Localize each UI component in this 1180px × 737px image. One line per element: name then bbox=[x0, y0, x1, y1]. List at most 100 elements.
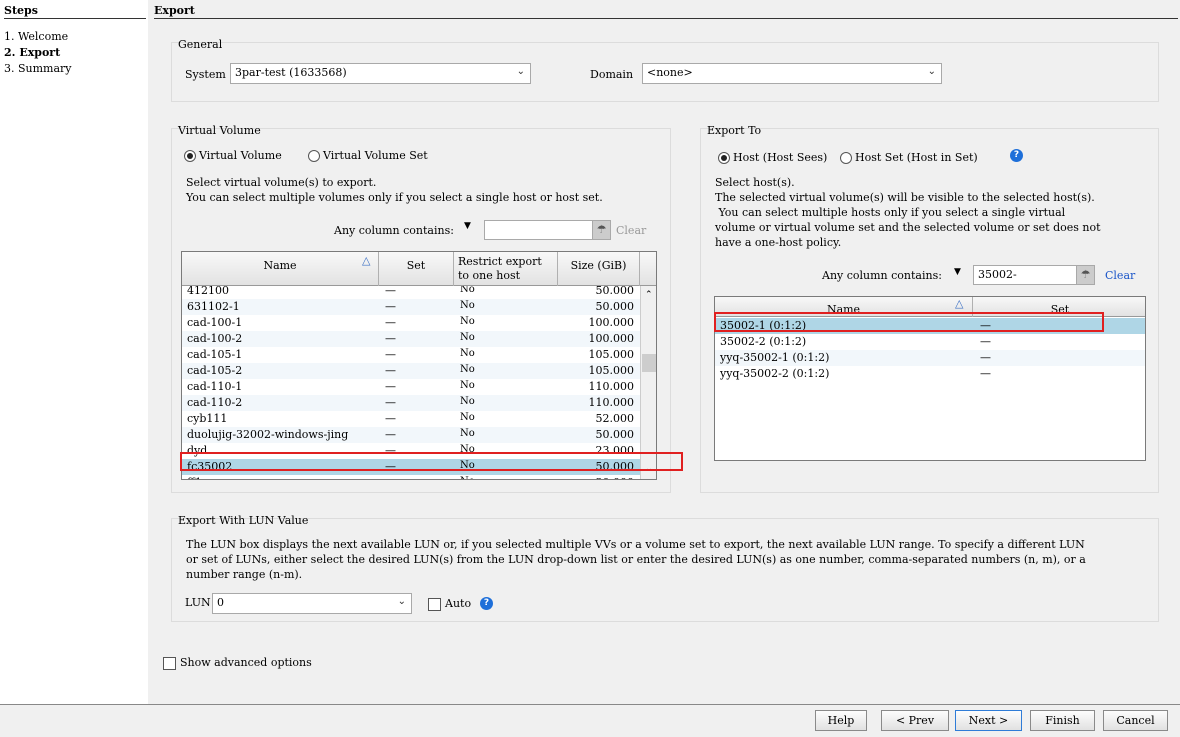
vv-cell-restrict: No bbox=[460, 428, 475, 439]
table-row[interactable]: cad-110-1 — No 110.000 bbox=[182, 379, 640, 395]
vv-col-restrict[interactable]: Restrict export to one host bbox=[454, 252, 558, 286]
vv-cell-name: cad-110-1 bbox=[187, 380, 243, 393]
vv-cell-restrict: No bbox=[460, 316, 475, 327]
lun-group-label: Export With LUN Value bbox=[178, 514, 309, 527]
host-cell-name: yyq-35002-2 (0:1:2) bbox=[720, 367, 830, 380]
radio-selected-icon bbox=[718, 152, 730, 164]
host-cell-name: yyq-35002-1 (0:1:2) bbox=[720, 351, 830, 364]
radio-unselected-icon bbox=[308, 150, 320, 162]
vv-col-name[interactable]: Name △ bbox=[182, 252, 379, 286]
table-row[interactable]: cad-110-2 — No 110.000 bbox=[182, 395, 640, 411]
help-button[interactable]: Help bbox=[815, 710, 867, 731]
vv-cell-restrict: No bbox=[460, 396, 475, 407]
vv-col-size[interactable]: Size (GiB) bbox=[558, 252, 640, 286]
vv-cell-set: — bbox=[385, 476, 396, 479]
lun-label: LUN bbox=[185, 596, 211, 609]
page-title: Export bbox=[154, 4, 1178, 19]
table-row[interactable]: duolujig-32002-windows-jing — No 50.000 bbox=[182, 427, 640, 443]
lun-select[interactable]: 0 ⌄ bbox=[212, 593, 412, 614]
vv-cell-size: 105.000 bbox=[588, 364, 635, 377]
table-row[interactable]: 631102-1 — No 50.000 bbox=[182, 299, 640, 315]
vv-col-name-label: Name bbox=[263, 259, 297, 272]
host-filter-input[interactable]: 35002- ☂ bbox=[973, 265, 1095, 285]
table-row[interactable]: cad-105-1 — No 105.000 bbox=[182, 347, 640, 363]
radio-unselected-icon bbox=[840, 152, 852, 164]
vv-table-scrollbar[interactable]: ⌃ ⌄ bbox=[640, 286, 656, 479]
host-clear-link[interactable]: Clear bbox=[1105, 269, 1135, 282]
vv-filter-input[interactable]: ☂ bbox=[484, 220, 611, 240]
filter-dropdown-icon[interactable]: ▼ bbox=[954, 267, 961, 277]
step-welcome: 1. Welcome bbox=[4, 30, 69, 43]
sort-ascending-icon: △ bbox=[955, 297, 964, 310]
vv-cell-set: — bbox=[385, 286, 396, 297]
vv-cell-restrict: No bbox=[460, 364, 475, 375]
step-summary: 3. Summary bbox=[4, 62, 72, 75]
prev-button[interactable]: < Prev bbox=[881, 710, 949, 731]
auto-checkbox[interactable]: Auto bbox=[428, 597, 471, 611]
system-select[interactable]: 3par-test (1633568) ⌄ bbox=[230, 63, 531, 84]
export-to-line-3: You can select multiple hosts only if yo… bbox=[715, 206, 1066, 219]
vv-clear-link[interactable]: Clear bbox=[616, 224, 646, 237]
filter-dropdown-icon[interactable]: ▼ bbox=[464, 221, 471, 231]
lun-select-value: 0 bbox=[217, 596, 224, 609]
vv-cell-set: — bbox=[385, 332, 396, 345]
table-row[interactable]: yyq-35002-2 (0:1:2) — bbox=[715, 366, 1145, 382]
vv-cell-restrict: No bbox=[460, 380, 475, 391]
lun-desc-2: or set of LUNs, either select the desire… bbox=[186, 553, 1086, 566]
vv-table-body: 412100 — No 50.000 631102-1 — No 50.000 cad-100-… bbox=[182, 286, 640, 479]
table-row[interactable]: cad-100-2 — No 100.000 bbox=[182, 331, 640, 347]
help-icon[interactable]: ? bbox=[480, 597, 493, 610]
chevron-down-icon: ⌄ bbox=[516, 66, 525, 77]
vv-cell-size: 50.000 bbox=[595, 428, 635, 441]
vv-cell-set: — bbox=[385, 380, 396, 393]
chevron-down-icon: ⌄ bbox=[397, 596, 406, 607]
host-filter-label: Any column contains: bbox=[822, 269, 942, 282]
finish-button[interactable]: Finish bbox=[1030, 710, 1095, 731]
auto-checkbox-label: Auto bbox=[445, 597, 472, 610]
vv-cell-size: 110.000 bbox=[588, 380, 635, 393]
steps-title: Steps bbox=[4, 4, 146, 19]
table-row[interactable]: cad-105-2 — No 105.000 bbox=[182, 363, 640, 379]
radio-host-set[interactable]: Host Set (Host in Set) bbox=[840, 151, 978, 164]
table-row[interactable]: 35002-2 (0:1:2) — bbox=[715, 334, 1145, 350]
radio-virtual-volume-label: Virtual Volume bbox=[199, 149, 282, 162]
radio-virtual-volume-set[interactable]: Virtual Volume Set bbox=[308, 149, 428, 162]
highlight-box-volume bbox=[180, 452, 683, 471]
next-button[interactable]: Next > bbox=[955, 710, 1022, 731]
vv-cell-set: — bbox=[385, 412, 396, 425]
table-row[interactable]: cyb111 — No 52.000 bbox=[182, 411, 640, 427]
table-row[interactable]: cad-100-1 — No 100.000 bbox=[182, 315, 640, 331]
vv-cell-set: — bbox=[385, 364, 396, 377]
table-row[interactable]: 412100 — No 50.000 bbox=[182, 286, 640, 299]
filter-icon[interactable]: ☂ bbox=[1076, 266, 1094, 284]
help-icon[interactable]: ? bbox=[1010, 149, 1023, 162]
radio-host[interactable]: Host (Host Sees) bbox=[718, 151, 827, 164]
vv-scroll-thumb[interactable] bbox=[642, 354, 656, 372]
steps-panel bbox=[0, 0, 148, 704]
vv-col-set[interactable]: Set bbox=[379, 252, 454, 286]
vv-instructions-2: You can select multiple volumes only if … bbox=[186, 191, 603, 204]
domain-select[interactable]: <none> ⌄ bbox=[642, 63, 942, 84]
vv-cell-name: ff1 bbox=[187, 476, 202, 479]
vv-cell-name: cad-105-2 bbox=[187, 364, 243, 377]
table-row[interactable]: yyq-35002-1 (0:1:2) — bbox=[715, 350, 1145, 366]
vv-cell-name: 631102-1 bbox=[187, 300, 240, 313]
radio-virtual-volume[interactable]: Virtual Volume bbox=[184, 149, 282, 162]
highlight-box-host bbox=[714, 312, 1104, 332]
export-to-line-2: The selected virtual volume(s) will be v… bbox=[715, 191, 1095, 204]
table-row[interactable]: ff1 — No 30.000 bbox=[182, 475, 640, 479]
advanced-options-checkbox[interactable]: Show advanced options bbox=[163, 656, 312, 670]
vv-cell-size: 105.000 bbox=[588, 348, 635, 361]
host-cell-set: — bbox=[980, 367, 991, 380]
scroll-up-icon[interactable]: ⌃ bbox=[645, 290, 653, 300]
general-group-label: General bbox=[178, 38, 223, 51]
vv-table: Name △ Set Restrict export to one host S… bbox=[181, 251, 657, 480]
export-to-line-1: Select host(s). bbox=[715, 176, 795, 189]
export-to-group-label: Export To bbox=[707, 124, 762, 137]
vv-filter-label: Any column contains: bbox=[334, 224, 454, 237]
vv-cell-restrict: No bbox=[460, 476, 475, 479]
virtual-volume-group-label: Virtual Volume bbox=[178, 124, 261, 137]
vv-cell-restrict: No bbox=[460, 332, 475, 343]
filter-icon[interactable]: ☂ bbox=[592, 221, 610, 239]
cancel-button[interactable]: Cancel bbox=[1103, 710, 1168, 731]
